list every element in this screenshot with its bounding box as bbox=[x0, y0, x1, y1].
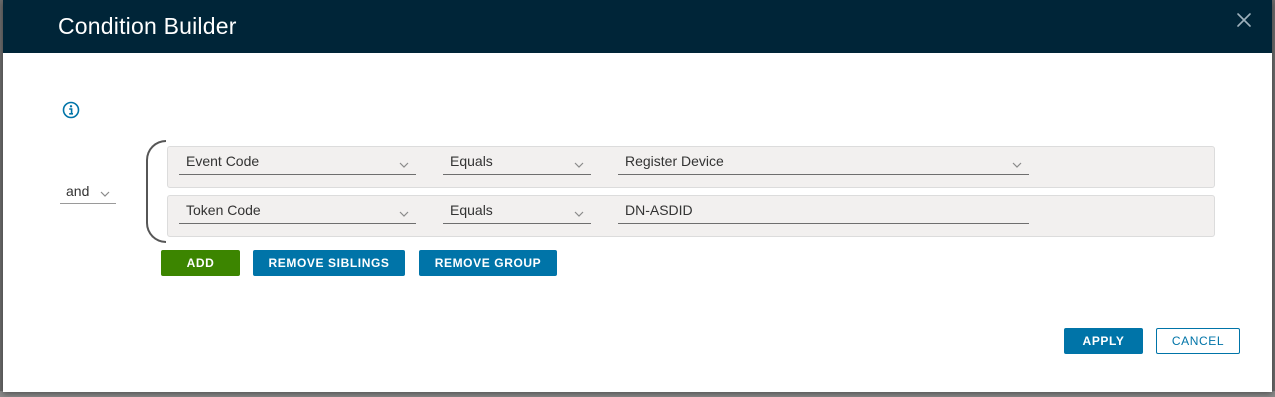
condition-value-input[interactable]: DN-ASDID bbox=[618, 201, 1029, 224]
condition-row: Token Code Equals DN-ASDID bbox=[167, 195, 1215, 237]
condition-field-value: Event Code bbox=[186, 153, 260, 169]
condition-field-value: Token Code bbox=[186, 202, 261, 218]
condition-field-select[interactable]: Event Code bbox=[179, 152, 416, 175]
chevron-down-icon bbox=[100, 185, 110, 203]
remove-group-button[interactable]: REMOVE GROUP bbox=[419, 250, 557, 276]
chevron-down-icon bbox=[1012, 156, 1022, 174]
dialog-header: Condition Builder bbox=[3, 0, 1272, 53]
dialog-title: Condition Builder bbox=[58, 13, 237, 39]
add-button[interactable]: ADD bbox=[161, 250, 240, 276]
group-operator-value: and bbox=[66, 183, 90, 199]
condition-builder-dialog: Condition Builder and Event Code Equals bbox=[3, 0, 1272, 392]
close-icon[interactable] bbox=[1234, 10, 1254, 30]
condition-row: Event Code Equals Register Device bbox=[167, 146, 1215, 188]
condition-field-select[interactable]: Token Code bbox=[179, 201, 416, 224]
chevron-down-icon bbox=[399, 205, 409, 223]
cancel-button[interactable]: CANCEL bbox=[1156, 328, 1240, 354]
group-bracket bbox=[146, 140, 166, 243]
chevron-down-icon bbox=[399, 156, 409, 174]
group-operator-select[interactable]: and bbox=[60, 181, 116, 204]
condition-operator-value: Equals bbox=[450, 153, 493, 169]
info-icon[interactable] bbox=[62, 101, 80, 119]
condition-value: DN-ASDID bbox=[625, 202, 693, 218]
apply-button[interactable]: APPLY bbox=[1064, 328, 1143, 354]
condition-value: Register Device bbox=[625, 153, 724, 169]
condition-operator-select[interactable]: Equals bbox=[443, 201, 591, 224]
chevron-down-icon bbox=[574, 205, 584, 223]
remove-siblings-button[interactable]: REMOVE SIBLINGS bbox=[253, 250, 405, 276]
condition-value-select[interactable]: Register Device bbox=[618, 152, 1029, 175]
condition-operator-select[interactable]: Equals bbox=[443, 152, 591, 175]
condition-operator-value: Equals bbox=[450, 202, 493, 218]
chevron-down-icon bbox=[574, 156, 584, 174]
